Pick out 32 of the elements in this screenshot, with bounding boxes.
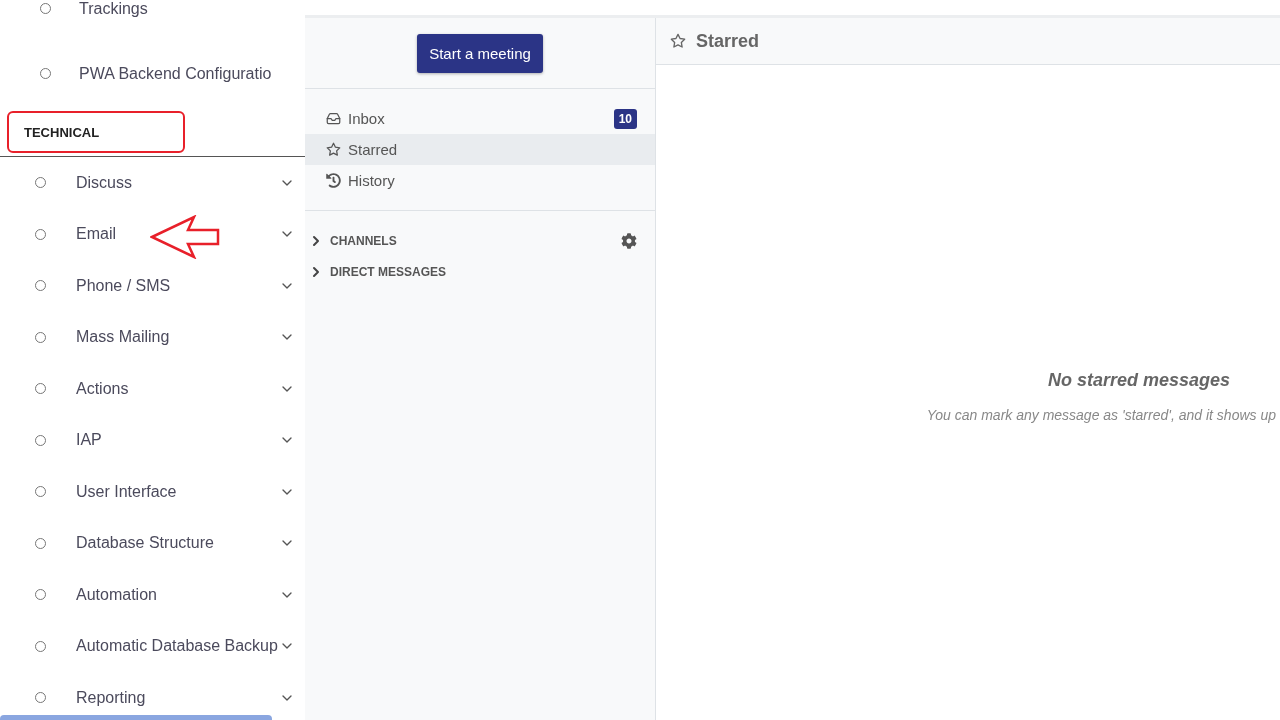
empty-title: No starred messages [1047,370,1230,391]
empty-description: You can mark any message as 'starred', and it shows up [926,407,1276,423]
start-meeting-button[interactable]: Start a meeting [417,33,543,73]
menu-item[interactable]: Phone / SMS [76,276,279,295]
menu-item[interactable]: Automatic Database Backup [76,637,279,656]
category-toggle[interactable]: DIRECT MESSAGES [330,264,637,279]
settings-icon[interactable] [621,232,637,249]
inbox-icon [326,111,341,126]
star-icon [670,33,686,49]
mailbox-label: History [348,172,396,189]
thread-title: Starred [696,30,760,52]
mailbox-item[interactable]: Inbox 10 [305,103,655,134]
mailbox-label: Starred [348,141,399,158]
category-toggle[interactable]: CHANNELS [330,233,615,248]
menu-item[interactable]: Mass Mailing [76,328,279,347]
menu-item[interactable]: Automation [76,585,279,604]
menu-item[interactable]: Discuss [76,173,279,192]
menu-item[interactable]: Reporting [76,688,279,707]
menu-item[interactable]: User Interface [76,482,279,501]
menu-item[interactable]: Actions [76,379,279,398]
menu-item[interactable]: Email [76,225,279,244]
counter-badge: 10 [613,108,637,129]
mailbox-item[interactable]: History [305,165,655,196]
star-icon [326,142,341,157]
mailbox-item[interactable]: Starred [305,134,655,165]
menu-item[interactable]: IAP [76,431,279,450]
menu-item[interactable]: Database Structure [76,534,279,553]
mailbox-label: Inbox [348,110,386,127]
menu-item[interactable]: Trackings [79,0,305,18]
menu-item[interactable]: PWA Backend Configuratio [79,64,305,83]
history-icon [326,173,341,188]
section-heading: TECHNICAL [24,124,100,140]
